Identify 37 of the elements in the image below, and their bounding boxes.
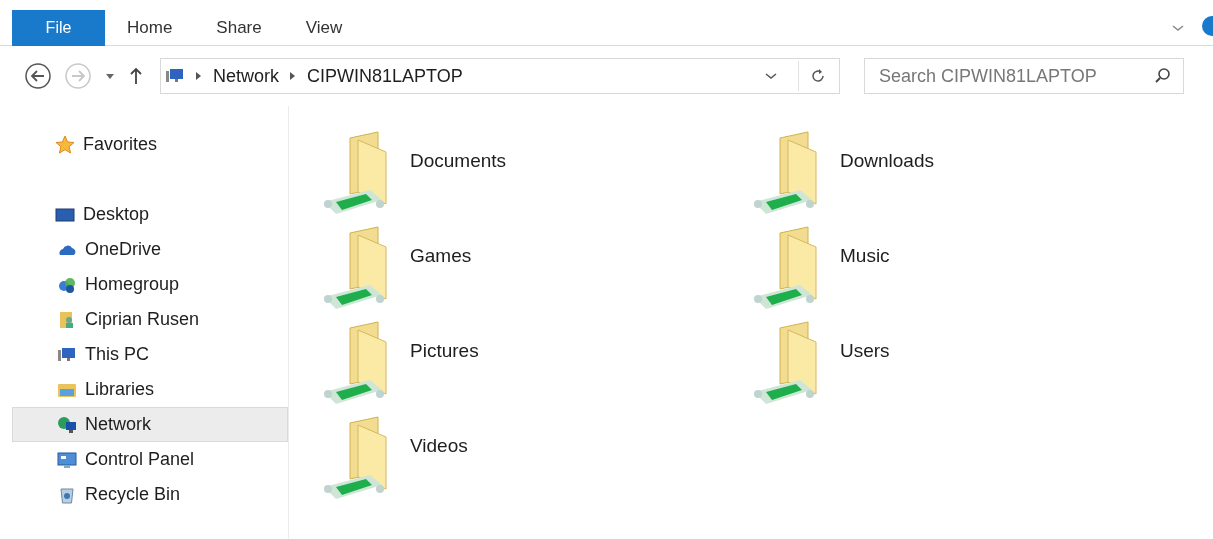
shared-folder[interactable]: Music xyxy=(750,219,1180,314)
ribbon-tab[interactable]: Share xyxy=(194,10,284,46)
shared-folder[interactable]: Videos xyxy=(320,409,750,504)
nav-item[interactable]: Favorites xyxy=(12,127,288,162)
search-icon[interactable] xyxy=(1154,67,1172,85)
nav-item[interactable]: Recycle Bin xyxy=(12,477,288,512)
refresh-icon[interactable] xyxy=(809,67,827,85)
breadcrumb[interactable]: Network xyxy=(213,62,279,90)
chevron-down-icon[interactable] xyxy=(1171,23,1185,33)
back-icon[interactable] xyxy=(24,62,52,90)
nav-item[interactable]: This PC xyxy=(12,337,288,372)
up-arrow-icon[interactable] xyxy=(128,66,144,86)
network-icon xyxy=(57,414,77,435)
control-panel-icon xyxy=(57,449,77,470)
shared-folder[interactable]: Users xyxy=(750,314,1180,409)
nav-item[interactable]: Libraries xyxy=(12,372,288,407)
file-tab[interactable]: File xyxy=(12,10,105,46)
nav-item[interactable]: Ciprian Rusen xyxy=(12,302,288,337)
ribbon-tab[interactable]: View xyxy=(283,10,365,46)
nav-item[interactable]: OneDrive xyxy=(12,232,288,267)
nav-item[interactable]: Homegroup xyxy=(12,267,288,302)
chevron-right-icon xyxy=(289,71,297,81)
shared-folder[interactable]: Downloads xyxy=(750,124,1180,219)
chevron-down-icon[interactable] xyxy=(764,71,778,81)
shared-folder[interactable]: Documents xyxy=(320,124,750,219)
caret-icon[interactable] xyxy=(104,71,116,81)
shared-folder[interactable]: Pictures xyxy=(320,314,750,409)
search-field[interactable]: Search CIPWIN81LAPTOP xyxy=(864,58,1184,94)
nav-item[interactable]: Control Panel xyxy=(12,442,288,477)
breadcrumb[interactable]: CIPWIN81LAPTOP xyxy=(307,62,463,90)
nav-item[interactable]: Desktop xyxy=(12,197,288,232)
shared-folder[interactable]: Games xyxy=(320,219,750,314)
chevron-right-icon xyxy=(195,71,203,81)
nav-item[interactable]: Network xyxy=(12,407,288,442)
address-bar[interactable]: Network CIPWIN81LAPTOP xyxy=(160,58,840,94)
ribbon-tab[interactable]: Home xyxy=(105,10,195,46)
star-icon xyxy=(55,134,75,155)
